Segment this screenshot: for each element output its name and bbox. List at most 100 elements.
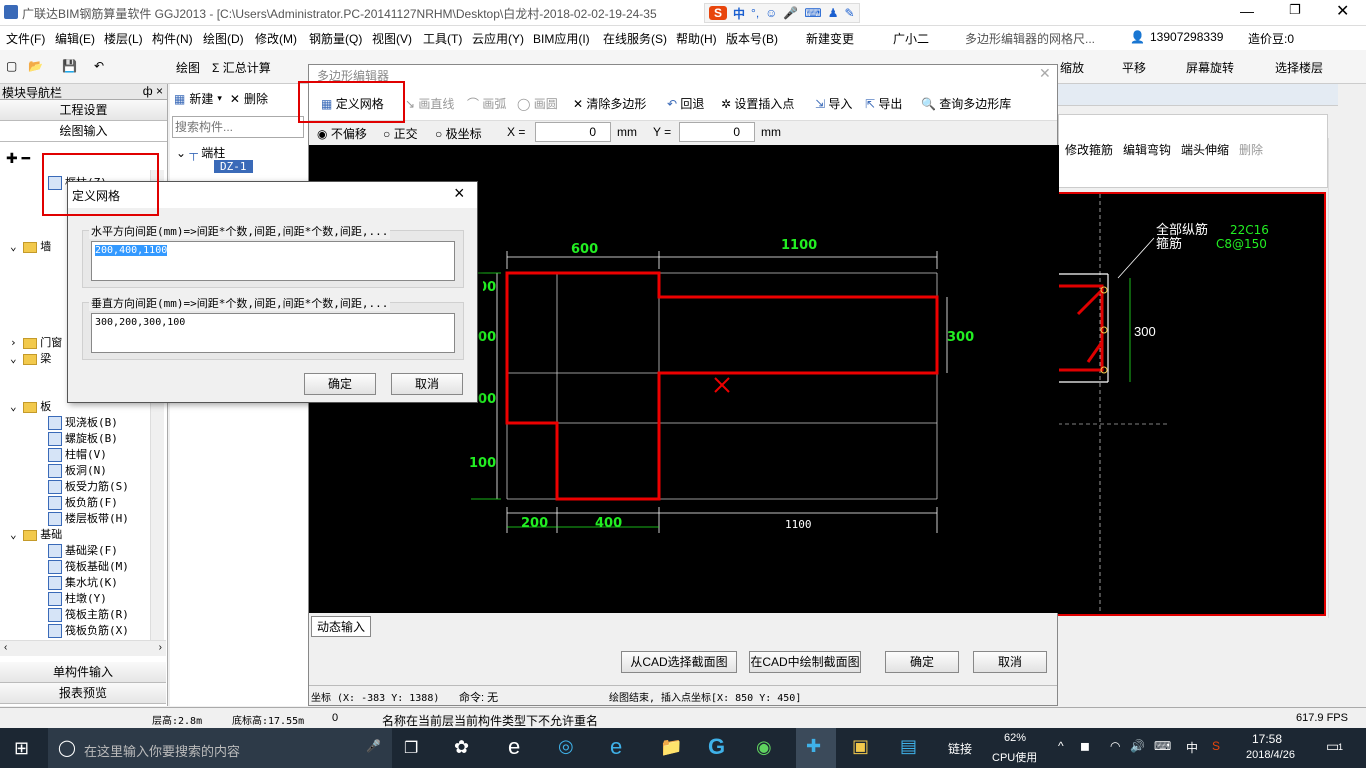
draw-arc-button[interactable]: ⌒ 画弧: [467, 95, 506, 112]
menu-component[interactable]: 构件(N): [152, 30, 193, 47]
ie-icon[interactable]: e: [610, 734, 622, 760]
polygon-editor-close[interactable]: ✕: [1039, 65, 1051, 82]
tree-item[interactable]: 板受力筋(S): [48, 478, 129, 494]
project-settings-button[interactable]: 工程设置: [0, 100, 167, 121]
glodon-rebar-app[interactable]: ✚: [796, 728, 836, 768]
windows-start-icon[interactable]: ⊞: [14, 738, 29, 759]
restore-button[interactable]: ❐: [1289, 2, 1301, 18]
menu-help[interactable]: 帮助(H): [676, 30, 717, 47]
radio-orthogonal[interactable]: ○ 正交: [383, 125, 418, 142]
component-tree-root[interactable]: ⌄ ┬ 端柱: [176, 144, 225, 161]
pane-pin-close[interactable]: ф ×: [143, 84, 163, 98]
new-file-icon[interactable]: ▢: [6, 59, 17, 73]
expand-collapse-icons[interactable]: ✚ ━: [6, 150, 30, 167]
radio-polar[interactable]: ○ 极坐标: [435, 125, 482, 142]
ime-tray[interactable]: 中: [1186, 739, 1198, 756]
export-button[interactable]: ⇱ 导出: [865, 95, 902, 112]
mic-icon[interactable]: 🎤: [783, 6, 798, 20]
tree-item[interactable]: ⌄ 板: [10, 398, 51, 414]
menu-tools[interactable]: 工具(T): [423, 30, 462, 47]
workspace-scrollbar[interactable]: [1328, 138, 1344, 618]
tree-item[interactable]: 筏板主筋(R): [48, 606, 129, 622]
tree-item[interactable]: ⌄ 墙: [10, 238, 51, 254]
clear-polygon-button[interactable]: ✕ 清除多边形: [573, 95, 646, 112]
account-phone[interactable]: 13907298339: [1150, 30, 1223, 44]
360-browser-icon[interactable]: ◉: [756, 737, 772, 758]
tree-item[interactable]: 基础梁(F): [48, 542, 118, 558]
draw-line-button[interactable]: ↘ 画直线: [405, 95, 454, 112]
tree-item[interactable]: › 门窗: [10, 334, 62, 350]
menu-rebar[interactable]: 钢筋量(Q): [309, 30, 362, 47]
single-component-button[interactable]: 单构件输入: [0, 662, 166, 683]
menu-online[interactable]: 在线服务(S): [603, 30, 667, 47]
zoom-button[interactable]: 缩放: [1060, 59, 1084, 76]
tree-item[interactable]: ⌄ 基础: [10, 526, 62, 542]
menu-version[interactable]: 版本号(B): [726, 30, 778, 47]
component-tree-child[interactable]: DZ-1: [214, 160, 253, 173]
clock-time[interactable]: 17:58: [1252, 732, 1282, 746]
ime-punct[interactable]: °,: [751, 6, 759, 20]
grid-dialog-close[interactable]: ×: [454, 183, 465, 204]
notes-app-icon[interactable]: ▣: [852, 736, 869, 757]
cad-select-section-button[interactable]: 从CAD选择截面图: [621, 651, 737, 673]
menu-new-change[interactable]: 新建变更: [806, 30, 854, 47]
vertical-spacing-input[interactable]: 300,200,300,100: [91, 313, 455, 353]
polygon-ok-button[interactable]: 确定: [885, 651, 959, 673]
browser-icon[interactable]: ◎: [558, 736, 574, 757]
open-file-icon[interactable]: 📂: [28, 59, 43, 73]
delete-component-button[interactable]: 删除: [244, 90, 268, 107]
menu-modify[interactable]: 修改(M): [255, 30, 297, 47]
dynamic-input-tab[interactable]: 动态输入: [311, 616, 372, 637]
minimize-button[interactable]: —: [1240, 3, 1254, 19]
close-button[interactable]: ✕: [1336, 1, 1349, 21]
delete-rebar-button[interactable]: 删除: [1239, 141, 1263, 158]
cad-draw-section-button[interactable]: 在CAD中绘制截面图: [749, 651, 861, 673]
menu-edit[interactable]: 编辑(E): [55, 30, 95, 47]
draw-circle-button[interactable]: ◯ 画圆: [517, 95, 558, 112]
polygon-cancel-button[interactable]: 取消: [973, 651, 1047, 673]
calendar-app-icon[interactable]: ▤: [900, 736, 917, 757]
menu-bim[interactable]: BIM应用(I): [533, 30, 590, 47]
tree-item[interactable]: 板洞(N): [48, 462, 107, 478]
tree-item[interactable]: 现浇板(B): [48, 414, 118, 430]
tree-item[interactable]: ⌄ 梁: [10, 350, 51, 366]
taskbar-search[interactable]: ◯ 在这里输入你要搜索的内容 🎤: [48, 728, 392, 768]
sogou-tray-icon[interactable]: S: [1212, 739, 1220, 753]
edit-hook-button[interactable]: 编辑弯钩: [1123, 141, 1171, 158]
y-input[interactable]: [679, 122, 755, 142]
new-component-button[interactable]: 新建: [189, 90, 213, 107]
report-preview-button[interactable]: 报表预览: [0, 683, 166, 704]
tree-item[interactable]: 柱帽(V): [48, 446, 107, 462]
tree-item[interactable]: 筏板基础(M): [48, 558, 129, 574]
menu-floor[interactable]: 楼层(L): [104, 30, 143, 47]
sum-button[interactable]: Σ 汇总计算: [212, 59, 271, 76]
undo-button[interactable]: ↶ 回退: [667, 95, 704, 112]
tree-item[interactable]: 筏板负筋(X): [48, 622, 129, 638]
component-search-input[interactable]: [172, 116, 304, 138]
menu-draw[interactable]: 绘图(D): [203, 30, 244, 47]
ime-toolbar[interactable]: S 中 °, ☺ 🎤 ⌨ ♟ ✎: [704, 3, 860, 23]
rotate-button[interactable]: 屏幕旋转: [1186, 59, 1234, 76]
grid-ok-button[interactable]: 确定: [304, 373, 376, 395]
menu-cloud[interactable]: 云应用(Y): [472, 30, 524, 47]
horizontal-spacing-input[interactable]: 200,400,1100: [91, 241, 455, 281]
keyboard-icon[interactable]: ⌨: [804, 6, 821, 20]
set-insert-point-button[interactable]: ✲ 设置插入点: [721, 95, 794, 112]
grid-cancel-button[interactable]: 取消: [391, 373, 463, 395]
emoji-icon[interactable]: ☺: [765, 6, 777, 20]
tools-icon[interactable]: ✎: [844, 6, 854, 20]
x-input[interactable]: [535, 122, 611, 142]
keyboard-tray-icon[interactable]: ⌨: [1154, 739, 1171, 753]
glodon-g-icon[interactable]: G: [708, 734, 725, 760]
draw-button[interactable]: 绘图: [176, 59, 200, 76]
clock-date[interactable]: 2018/4/26: [1246, 749, 1295, 761]
section-drawing[interactable]: 300 全部纵筋 22C16 箍筋 C8@150: [1056, 192, 1326, 616]
task-view-icon[interactable]: ❐: [404, 738, 418, 758]
skin-icon[interactable]: ♟: [828, 6, 839, 20]
taskbar-link[interactable]: 链接: [948, 740, 972, 757]
import-button[interactable]: ⇲ 导入: [815, 95, 852, 112]
undo-icon[interactable]: ↶: [94, 59, 104, 73]
fan-app-icon[interactable]: ✿: [454, 737, 469, 758]
query-polygon-lib-button[interactable]: 🔍 查询多边形库: [921, 95, 1011, 112]
account-coins[interactable]: 造价豆:0: [1248, 30, 1294, 47]
